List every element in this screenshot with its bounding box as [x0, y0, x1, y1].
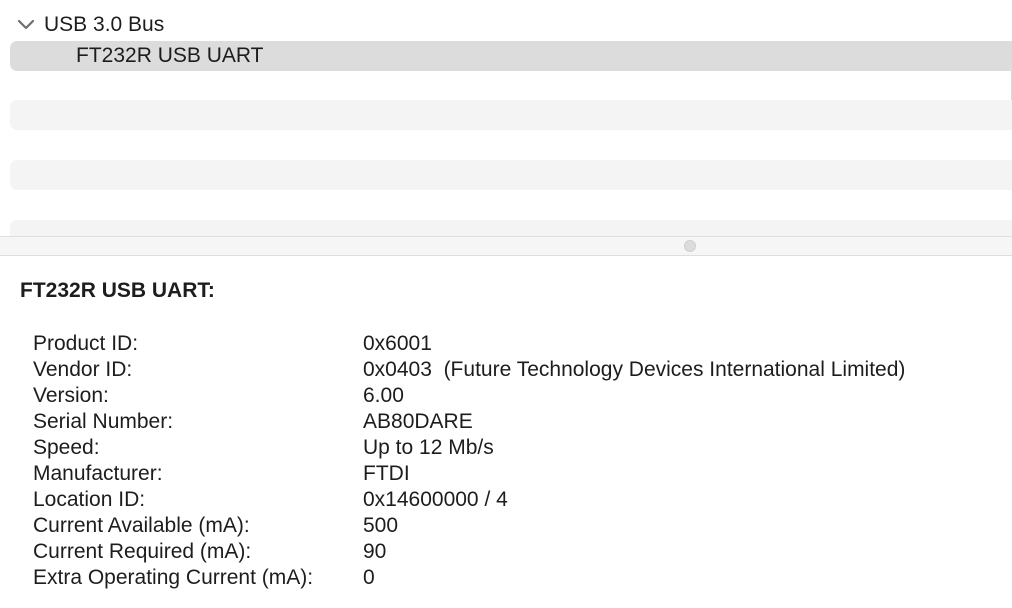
- property-row: Current Required (mA): 90: [33, 539, 1003, 565]
- system-information-window: USB 3.0 Bus FT232R USB UART FT232R USB U…: [0, 0, 1012, 608]
- property-list: Product ID: 0x6001 Vendor ID: 0x0403 (Fu…: [33, 331, 1003, 591]
- property-value: AB80DARE: [363, 410, 473, 433]
- drag-handle[interactable]: [684, 240, 696, 252]
- property-value: 0x14600000 / 4: [363, 488, 508, 511]
- detail-title: FT232R USB UART:: [20, 279, 215, 302]
- property-value: 0x6001: [363, 332, 432, 355]
- property-key: Serial Number:: [33, 410, 174, 433]
- property-key: Location ID:: [33, 488, 146, 511]
- property-key: Version:: [33, 384, 109, 407]
- property-row: Extra Operating Current (mA): 0: [33, 565, 1003, 591]
- property-row: Serial Number: AB80DARE: [33, 409, 1003, 435]
- property-value: 500: [363, 514, 399, 537]
- property-value: Up to 12 Mb/s: [363, 436, 494, 459]
- tree-empty-row: [10, 220, 1012, 237]
- property-key: Current Required (mA):: [33, 540, 252, 563]
- property-value: 6.00: [363, 384, 404, 407]
- property-row: Current Available (mA): 500: [33, 513, 1003, 539]
- property-value: 90: [363, 540, 387, 563]
- tree-item-label: USB 3.0 Bus: [44, 13, 165, 36]
- property-row: Product ID: 0x6001: [33, 331, 1003, 357]
- property-key: Vendor ID:: [33, 358, 133, 381]
- tree-item-usb-bus[interactable]: USB 3.0 Bus: [0, 10, 1012, 40]
- tree-empty-row: [10, 160, 1012, 190]
- tree-empty-row: [10, 100, 1012, 130]
- device-tree[interactable]: USB 3.0 Bus FT232R USB UART: [0, 0, 1012, 237]
- property-key: Speed:: [33, 436, 100, 459]
- property-row: Vendor ID: 0x0403 (Future Technology Dev…: [33, 357, 1003, 383]
- tree-item-label: FT232R USB UART: [76, 44, 264, 67]
- property-key: Manufacturer:: [33, 462, 163, 485]
- property-value: 0: [363, 566, 375, 589]
- property-row: Speed: Up to 12 Mb/s: [33, 435, 1003, 461]
- property-key: Current Available (mA):: [33, 514, 250, 537]
- property-row: Version: 6.00: [33, 383, 1003, 409]
- split-view-divider[interactable]: [0, 236, 1012, 256]
- property-row: Manufacturer: FTDI: [33, 461, 1003, 487]
- property-value: 0x0403 (Future Technology Devices Intern…: [363, 358, 906, 381]
- property-row: Location ID: 0x14600000 / 4: [33, 487, 1003, 513]
- property-value: FTDI: [363, 462, 410, 485]
- chevron-down-icon[interactable]: [16, 17, 36, 33]
- tree-item-ft232r-usb-uart[interactable]: FT232R USB UART: [10, 41, 1012, 71]
- device-detail-pane: FT232R USB UART: Product ID: 0x6001 Vend…: [0, 256, 1012, 608]
- property-key: Extra Operating Current (mA):: [33, 566, 314, 589]
- property-key: Product ID:: [33, 332, 139, 355]
